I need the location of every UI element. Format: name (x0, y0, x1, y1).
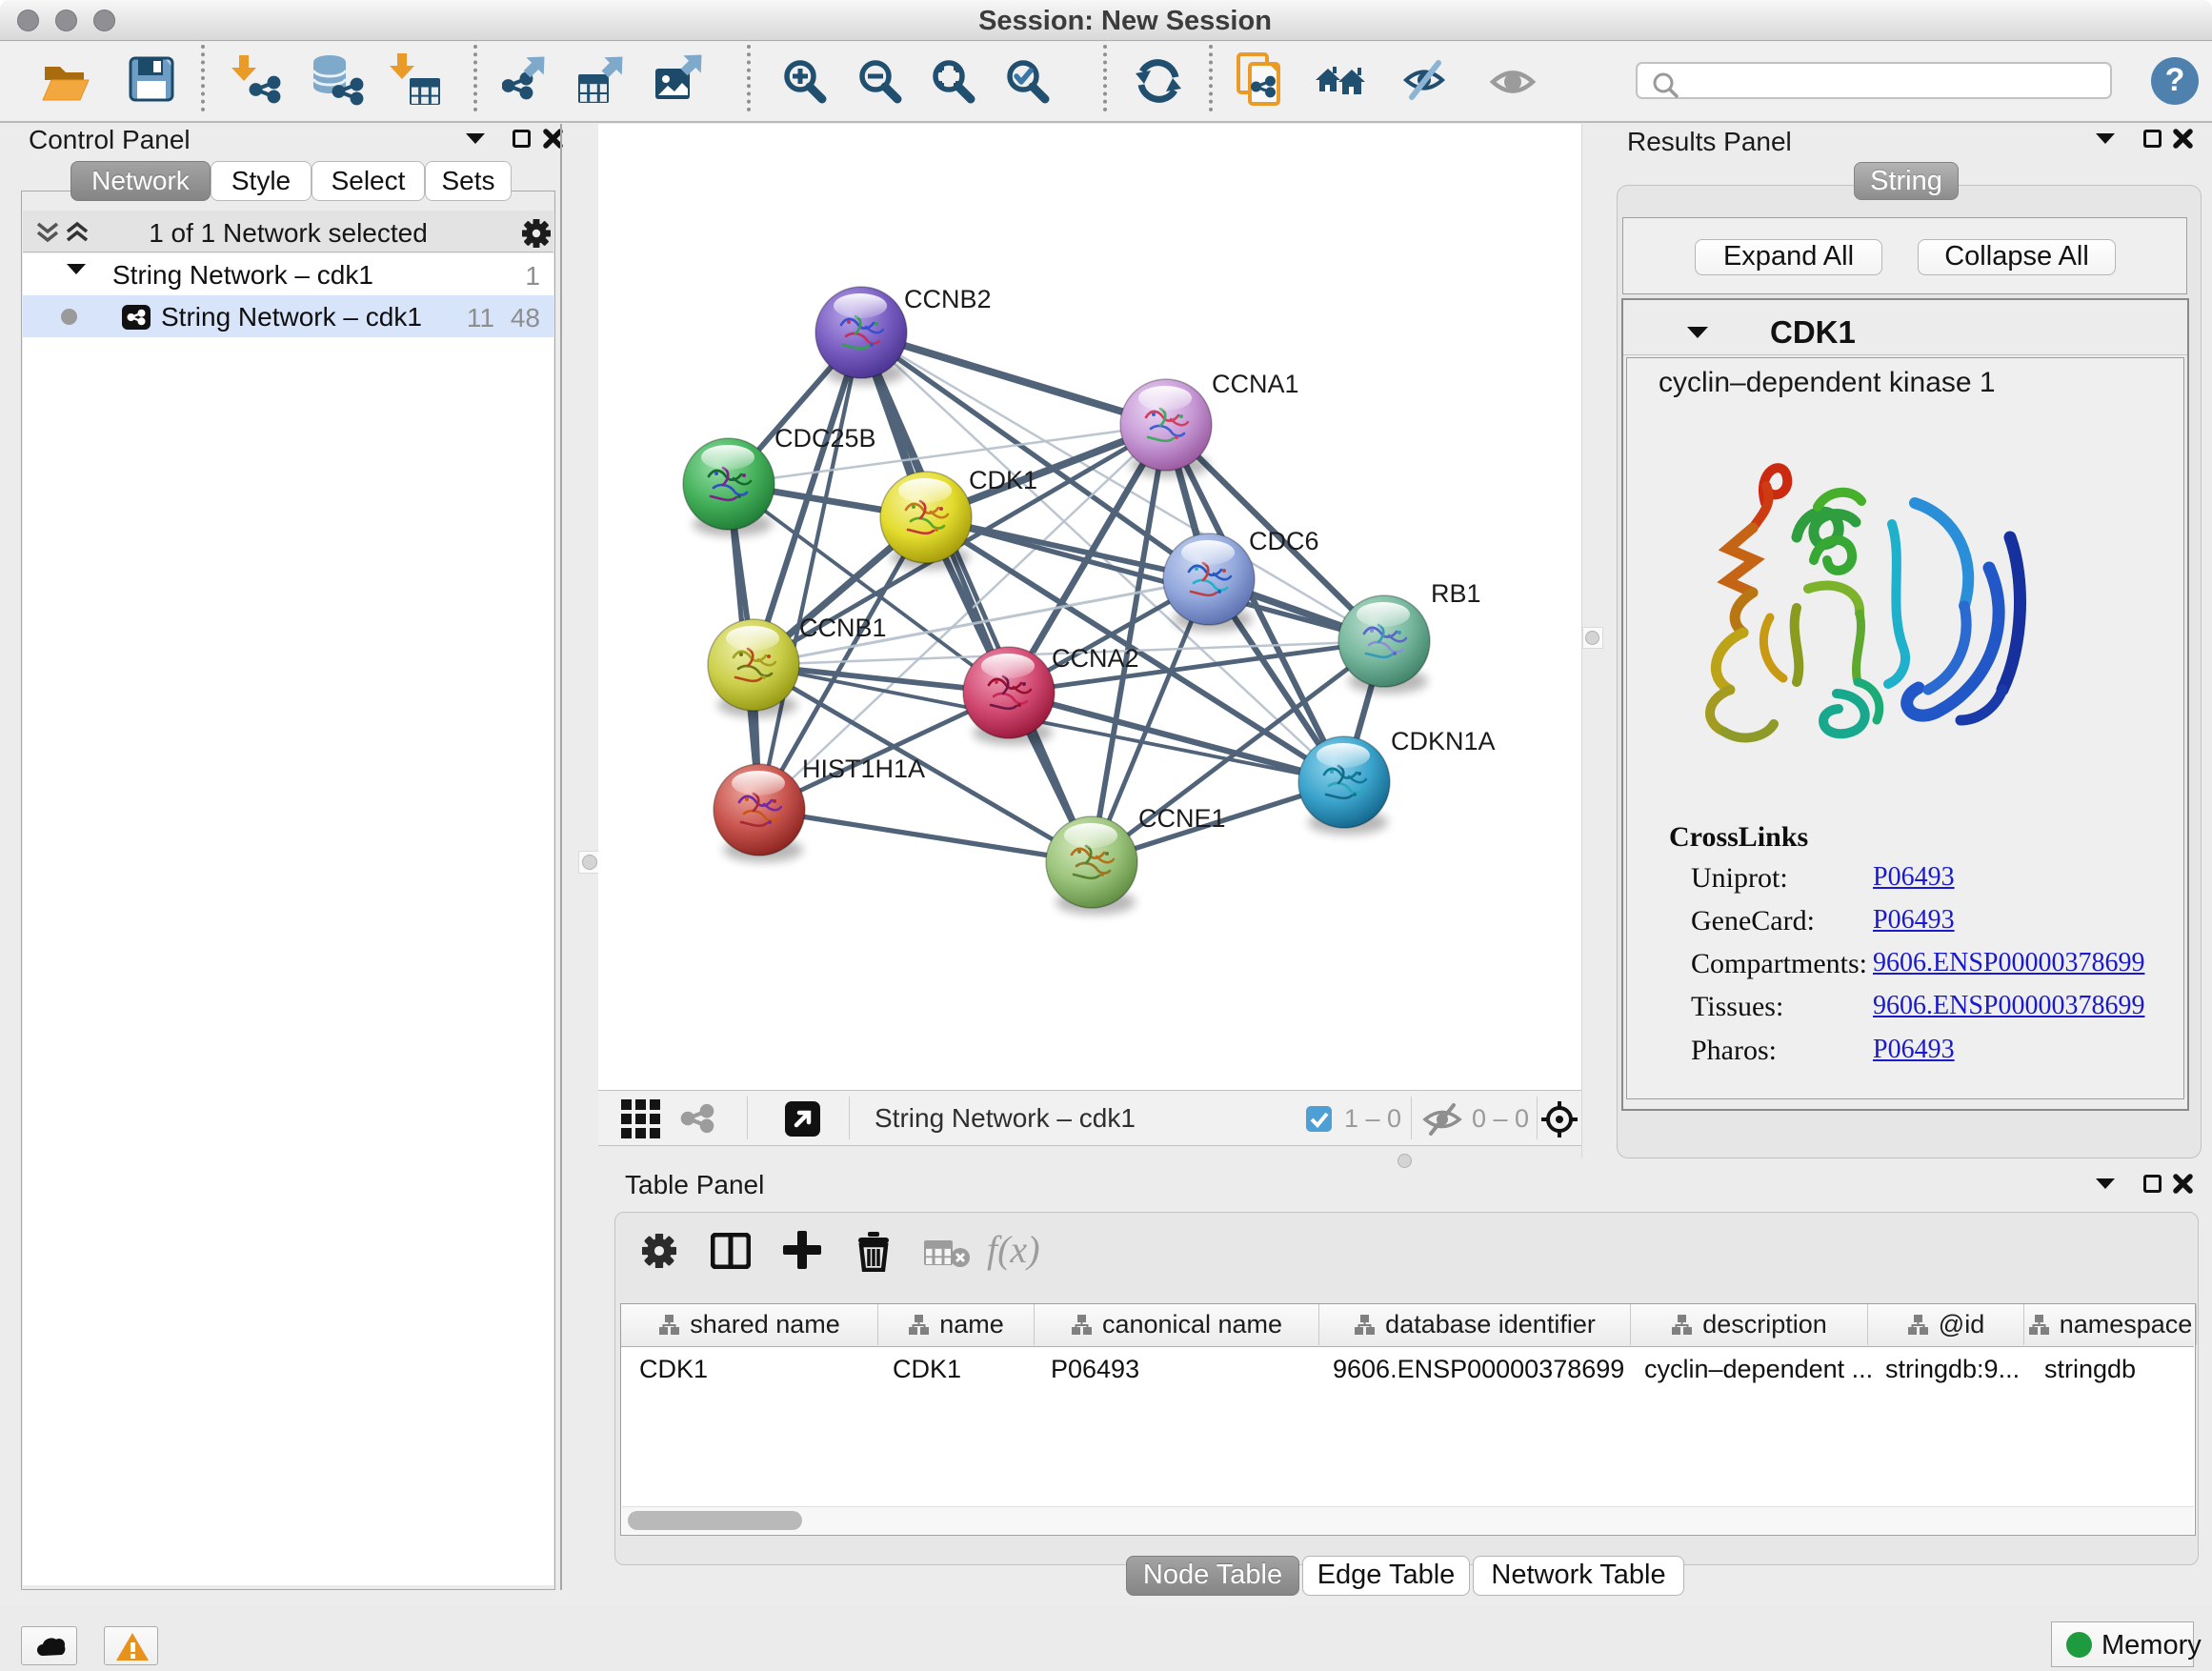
svg-text:CCNB2: CCNB2 (904, 285, 992, 313)
svg-text:HIST1H1A: HIST1H1A (802, 755, 925, 783)
svg-text:CDC25B: CDC25B (774, 424, 876, 453)
svg-text:CCNB1: CCNB1 (799, 614, 887, 642)
svg-text:CDC6: CDC6 (1249, 527, 1319, 555)
svg-text:CCNE1: CCNE1 (1138, 804, 1226, 833)
svg-text:CCNA2: CCNA2 (1052, 644, 1139, 673)
svg-text:RB1: RB1 (1431, 579, 1481, 608)
svg-text:CDKN1A: CDKN1A (1391, 727, 1496, 755)
svg-text:CCNA1: CCNA1 (1212, 370, 1299, 398)
svg-text:CDK1: CDK1 (969, 466, 1037, 494)
